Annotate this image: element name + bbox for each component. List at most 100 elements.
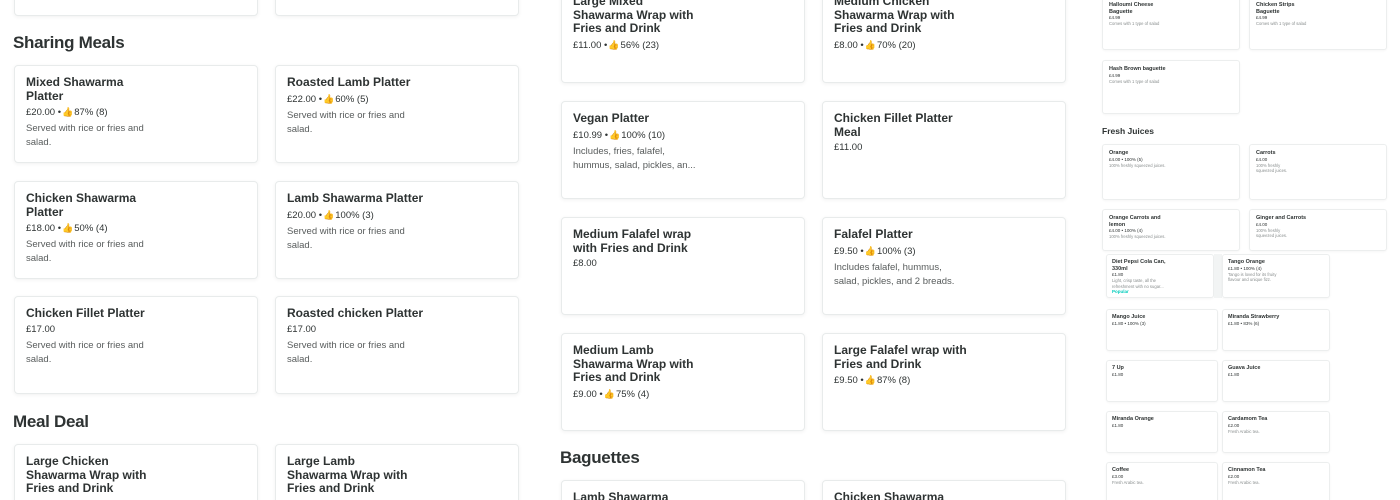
menu-item-halloumi-baguette[interactable]: Halloumi Cheese Baguette £4.99 Comes wit… (1102, 0, 1240, 50)
menu-item-roasted-chicken-platter[interactable]: Roasted chicken Platter £17.00 Served wi… (275, 296, 519, 394)
section-title-fresh-juices: Fresh Juices (1102, 126, 1154, 136)
menu-item-miranda-orange[interactable]: Miranda Orange £1.80 (1106, 411, 1218, 453)
item-rating: 87% (8) (876, 375, 911, 386)
item-description: Includes falafel, hummus, salad, pickles… (834, 261, 955, 287)
menu-item-cinnamon-tea[interactable]: Cinnamon Tea £2.00 Fresh Arabic tea. (1222, 462, 1330, 500)
menu-item-coffee[interactable]: Coffee £3.00 Fresh Arabic tea. (1106, 462, 1218, 500)
menu-item-medium-falafel-wrap[interactable]: Medium Falafel wrap with Fries and Drink… (561, 217, 805, 315)
item-price: £17.00 (26, 323, 56, 335)
item-rating: 50% (4) (74, 223, 108, 234)
menu-item-large-chicken-shawarma-wrap-meal[interactable]: Large Chicken Shawarma Wrap with Fries a… (14, 444, 258, 500)
item-description: 100% freshly squeezed juices. (1256, 227, 1288, 239)
item-name: Roasted Lamb Platter (287, 75, 411, 89)
menu-item-roasted-lamb-platter[interactable]: Roasted Lamb Platter £22.00 •👍60% (5) Se… (275, 65, 519, 163)
item-price: £22.00 • (287, 93, 323, 105)
menu-item-miranda-strawberry[interactable]: Miranda Strawberry £1.80 • 83% (6) (1222, 309, 1330, 351)
menu-item-card-partial[interactable] (14, 0, 258, 16)
item-meta: £20.00 •👍87% (8) (26, 106, 246, 119)
item-description: Served with rice or fries and salad. (26, 239, 144, 264)
item-description: Light, crisp taste, all the refreshment … (1112, 278, 1164, 289)
menu-item-chicken-shawarma-platter[interactable]: Chicken Shawarma Platter £18.00 •👍50% (4… (14, 181, 258, 279)
item-price: £1.80 (1228, 371, 1240, 377)
menu-item-hash-brown-baguette[interactable]: Hash Brown baguette £4.99 Comes with 1 t… (1102, 60, 1240, 114)
item-name: Diet Pepsi Cola Can, 330ml (1112, 259, 1166, 272)
menu-item-guava-juice[interactable]: Guava Juice £1.80 (1222, 360, 1330, 402)
item-name: Lamb Shawarma (573, 490, 669, 500)
item-name: Vegan Platter (573, 111, 650, 125)
menu-item-ginger-carrots[interactable]: Ginger and Carrots £4.00 100% freshly sq… (1249, 209, 1387, 251)
menu-item-orange[interactable]: Orange £4.00 • 100% (5) 100% freshly squ… (1102, 144, 1240, 200)
menu-item-medium-chicken-shawarma-wrap[interactable]: Medium Chicken Shawarma Wrap with Fries … (822, 0, 1066, 83)
item-rating: 87% (8) (74, 107, 108, 118)
item-rating: 75% (4) (615, 388, 650, 400)
item-price: £9.50 • (834, 375, 864, 386)
item-price: £20.00 • (287, 209, 323, 221)
item-price: £1.80 • 83% (6) (1228, 320, 1260, 326)
section-title-baguettes: Baguettes (560, 448, 640, 467)
menu-item-7-up[interactable]: 7 Up £1.80 (1106, 360, 1218, 402)
menu-item-large-mixed-shawarma-wrap[interactable]: Large Mixed Shawarma Wrap with Fries and… (561, 0, 805, 83)
menu-item-mixed-shawarma-platter[interactable]: Mixed Shawarma Platter £20.00 •👍87% (8) … (14, 65, 258, 163)
item-description: Served with rice or fries and salad. (287, 225, 405, 251)
item-description: Comes with 1 type of salad (1109, 78, 1160, 84)
menu-item-large-lamb-shawarma-wrap-meal[interactable]: Large Lamb Shawarma Wrap with Fries and … (275, 444, 519, 500)
item-meta: £9.00 •👍75% (4) (573, 388, 793, 401)
menu-item-falafel-platter[interactable]: Falafel Platter £9.50 •👍100% (3) Include… (822, 217, 1066, 315)
thumbs-up-icon: 👍 (62, 223, 74, 233)
item-price: £8.00 • (834, 39, 864, 51)
menu-item-card-partial[interactable] (275, 0, 519, 16)
item-image-placeholder (1214, 254, 1222, 298)
item-price: £11.00 • (573, 39, 608, 51)
thumbs-up-icon: 👍 (323, 209, 335, 220)
item-name: Large Mixed Shawarma Wrap with Fries and… (573, 0, 694, 35)
menu-item-lamb-shawarma-platter[interactable]: Lamb Shawarma Platter £20.00 •👍100% (3) … (275, 181, 519, 279)
item-rating: 100% (10) (621, 129, 666, 141)
popular-badge: Popular (1112, 289, 1129, 294)
thumbs-up-icon: 👍 (603, 388, 615, 399)
item-name: Mixed Shawarma Platter (26, 75, 124, 103)
menu-item-carrots[interactable]: Carrots £4.00 100% freshly squeezed juic… (1249, 144, 1387, 200)
thumbs-up-icon: 👍 (608, 39, 620, 50)
item-price: £9.00 • (573, 388, 603, 400)
section-title-sharing-meals: Sharing Meals (13, 33, 125, 52)
item-price: £8.00 (573, 258, 597, 269)
item-price: £18.00 • (26, 223, 62, 234)
item-name: Chicken Shawarma Platter (26, 191, 137, 219)
menu-item-orange-carrots-lemon[interactable]: Orange Carrots and lemon £4.00 • 100% (4… (1102, 209, 1240, 251)
item-name: Chicken Fillet Platter Meal (834, 111, 953, 139)
item-name: Orange Carrots and lemon (1109, 215, 1161, 228)
item-rating: 56% (23) (620, 39, 660, 51)
item-description: Fresh Arabic tea. (1228, 479, 1260, 485)
item-description: Fresh Arabic tea. (1112, 479, 1144, 485)
menu-item-chicken-fillet-platter-meal[interactable]: Chicken Fillet Platter Meal £11.00 (822, 101, 1066, 199)
menu-item-lamb-shawarma-baguette[interactable]: Lamb Shawarma (561, 480, 805, 500)
item-meta: £20.00 •👍100% (3) (287, 209, 507, 222)
item-description: Served with rice or fries and salad. (287, 109, 405, 135)
menu-item-chicken-fillet-platter[interactable]: Chicken Fillet Platter £17.00 Served wit… (14, 296, 258, 394)
item-name: Large Chicken Shawarma Wrap with Fries a… (26, 454, 147, 495)
item-name: Medium Lamb Shawarma Wrap with Fries and… (573, 343, 694, 384)
item-name: Lamb Shawarma Platter (287, 191, 424, 205)
item-description: Served with rice or fries and salad. (26, 123, 144, 148)
item-name: Chicken Fillet Platter (26, 306, 145, 320)
menu-item-tango-orange[interactable]: Tango Orange £1.80 • 100% (4) Tango is l… (1222, 254, 1330, 298)
item-meta: £11.00 •👍56% (23) (573, 39, 793, 52)
menu-item-diet-pepsi[interactable]: Diet Pepsi Cola Can, 330ml £1.80 Light, … (1106, 254, 1214, 298)
menu-item-chicken-shawarma-baguette[interactable]: Chicken Shawarma (822, 480, 1066, 500)
thumbs-up-icon: 👍 (609, 129, 621, 140)
menu-item-medium-lamb-shawarma-wrap[interactable]: Medium Lamb Shawarma Wrap with Fries and… (561, 333, 805, 431)
menu-item-mango-juice[interactable]: Mango Juice £1.80 • 100% (3) (1106, 309, 1218, 351)
item-description: 100% freshly squeezed juices. (1109, 234, 1166, 239)
item-description: Includes, fries, falafel, hummus, salad,… (573, 145, 696, 171)
item-name: Large Falafel wrap with Fries and Drink (834, 343, 967, 371)
menu-item-vegan-platter[interactable]: Vegan Platter £10.99 •👍100% (10) Include… (561, 101, 805, 199)
menu-item-cardamom-tea[interactable]: Cardamom Tea £2.00 Fresh Arabic tea. (1222, 411, 1330, 453)
menu-item-chicken-strips-baguette[interactable]: Chicken Strips Baguette £4.99 Comes with… (1249, 0, 1387, 50)
item-description: Served with rice or fries and salad. (26, 339, 144, 365)
item-description: Comes with 1 type of salad (1109, 21, 1160, 26)
item-description: 100% freshly squeezed juices. (1256, 162, 1288, 174)
thumbs-up-icon: 👍 (62, 107, 74, 117)
item-rating: 100% (3) (335, 209, 374, 221)
item-description: Served with rice or fries and salad. (287, 339, 405, 365)
menu-item-large-falafel-wrap[interactable]: Large Falafel wrap with Fries and Drink … (822, 333, 1066, 431)
